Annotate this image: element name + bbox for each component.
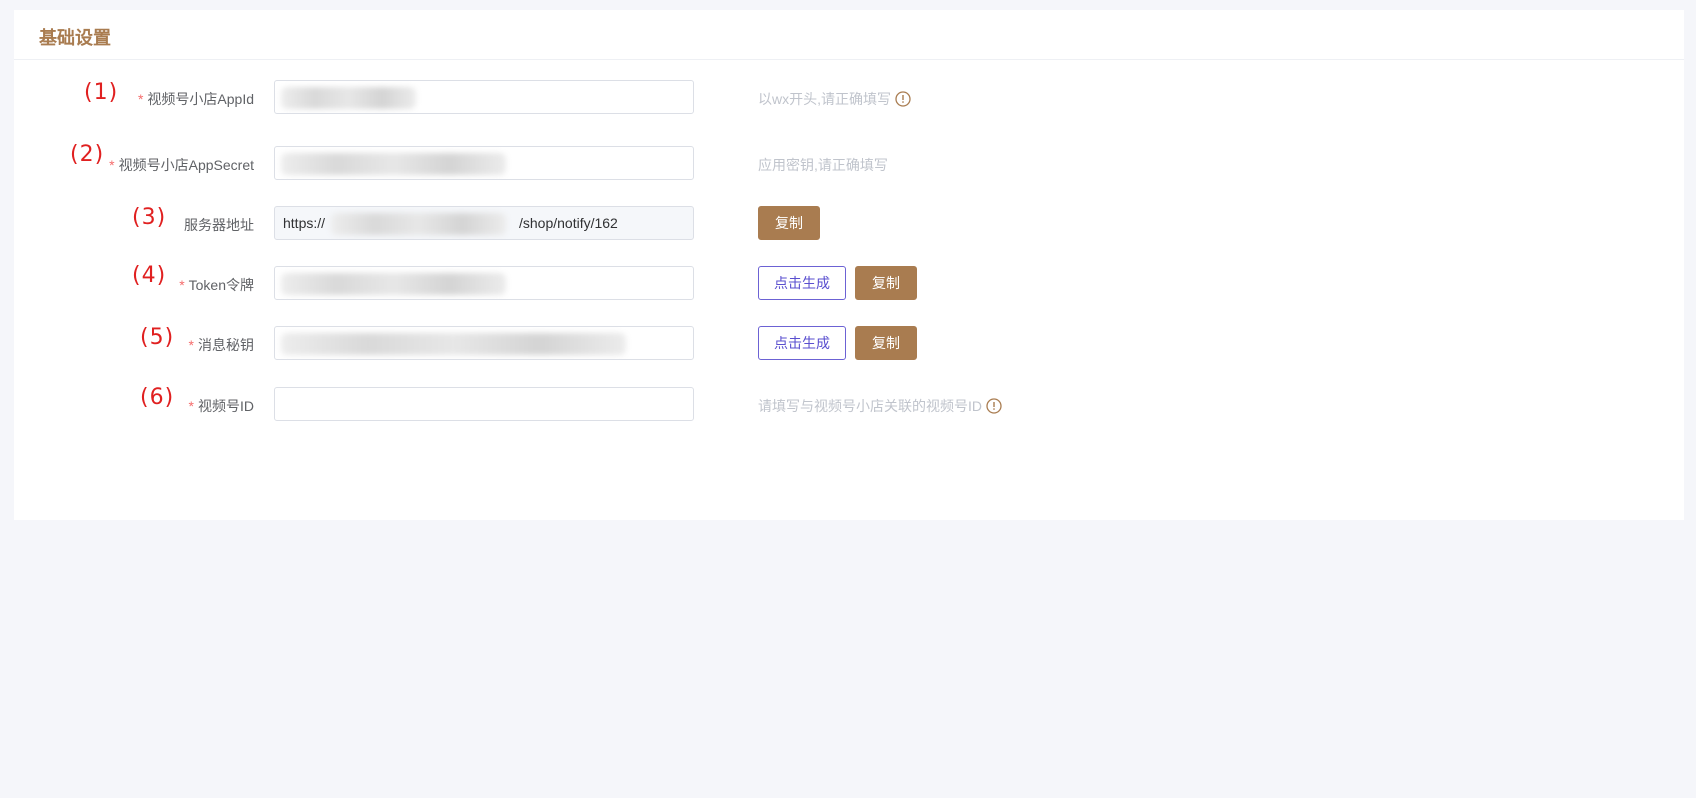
appid-input[interactable] (274, 80, 694, 114)
appsecret-input[interactable] (274, 146, 694, 180)
field-label-message-key: * 消息秘钥 (189, 335, 254, 355)
generate-token-button[interactable]: 点击生成 (758, 266, 846, 300)
appid-hint: 以wx开头,请正确填写 (758, 89, 911, 109)
info-circle-icon (895, 91, 911, 107)
annotation-4: (4) (132, 263, 167, 288)
required-mark: * (137, 91, 144, 107)
card-header: 基础设置 (14, 10, 1684, 60)
annotation-3: (3) (132, 205, 167, 230)
copy-token-button[interactable]: 复制 (855, 266, 917, 300)
field-label-appid: * 视频号小店AppId (138, 89, 254, 109)
annotation-5: (5) (140, 325, 175, 350)
field-row-channel-id: (6) * 视频号ID 请填写与视频号小店关联的视频号ID (14, 385, 1684, 421)
hint-text: 以wx开头,请正确填写 (758, 91, 891, 107)
annotation-6: (6) (140, 385, 175, 410)
redacted-value (281, 333, 626, 355)
channel-id-hint: 请填写与视频号小店关联的视频号ID (758, 396, 1002, 416)
generate-message-key-button[interactable]: 点击生成 (758, 326, 846, 360)
copy-server-url-button[interactable]: 复制 (758, 206, 820, 240)
label-text: 视频号小店AppId (147, 91, 254, 107)
required-mark: * (109, 157, 115, 173)
label-text: 视频号小店AppSecret (118, 157, 254, 173)
card-title: 基础设置 (39, 28, 111, 48)
redacted-value (281, 87, 416, 109)
field-label-channel-id: * 视频号ID (189, 396, 254, 416)
field-row-message-key: (5) * 消息秘钥 点击生成 复制 (14, 325, 1684, 360)
redacted-value (281, 273, 506, 295)
field-label-appsecret: * 视频号小店AppSecret (109, 155, 254, 175)
settings-card: 基础设置 (1) * 视频号小店AppId 以wx开头,请正确填写 (2) * 视频… (14, 10, 1684, 520)
label-text: 服务器地址 (184, 217, 254, 233)
field-label-token: * Token令牌 (179, 275, 254, 295)
annotation-1: (1) (84, 80, 119, 105)
field-label-server-url: 服务器地址 (184, 215, 254, 235)
required-mark: * (188, 337, 194, 353)
server-url-prefix: https:// (283, 215, 326, 231)
label-text: 消息秘钥 (198, 337, 254, 353)
required-mark: * (179, 277, 185, 293)
annotation-2: (2) (70, 142, 105, 167)
message-key-input[interactable] (274, 326, 694, 360)
channel-id-input[interactable] (274, 387, 694, 421)
label-text: Token令牌 (188, 277, 254, 293)
required-mark: * (188, 398, 194, 414)
field-row-appsecret: (2) * 视频号小店AppSecret 应用密钥,请正确填写 (14, 142, 1684, 180)
server-url-suffix: /shop/notify/162 (519, 215, 618, 231)
info-circle-icon (986, 398, 1002, 414)
field-row-token: (4) * Token令牌 点击生成 复制 (14, 263, 1684, 300)
field-row-server-url: (3) 服务器地址 https:// /shop/notify/162 复制 (14, 205, 1684, 240)
hint-text: 请填写与视频号小店关联的视频号ID (758, 398, 982, 414)
token-input[interactable] (274, 266, 694, 300)
redacted-value (281, 153, 506, 175)
field-row-appid: (1) * 视频号小店AppId 以wx开头,请正确填写 (14, 80, 1684, 114)
redacted-value (331, 213, 506, 235)
copy-message-key-button[interactable]: 复制 (855, 326, 917, 360)
label-text: 视频号ID (198, 398, 254, 414)
server-url-input[interactable]: https:// /shop/notify/162 (274, 206, 694, 240)
appsecret-hint: 应用密钥,请正确填写 (758, 157, 888, 173)
